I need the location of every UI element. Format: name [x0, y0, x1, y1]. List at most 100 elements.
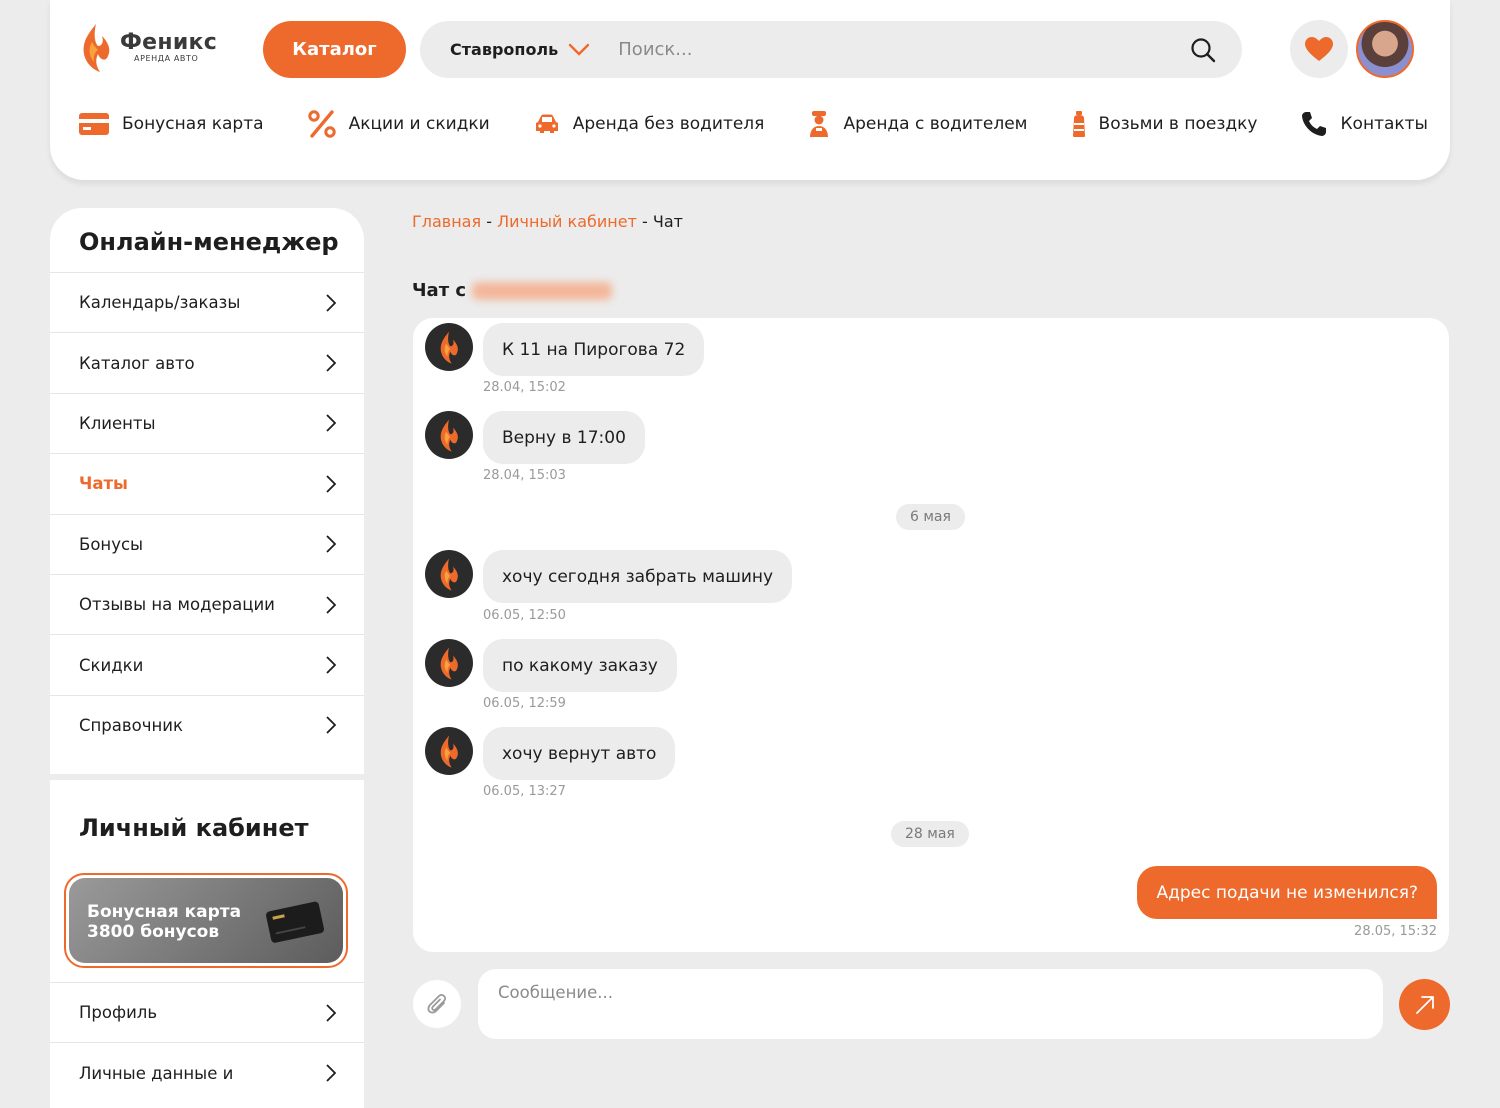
message-time: 06.05, 12:59 — [483, 696, 566, 711]
phoenix-logo-icon — [440, 735, 458, 768]
online-manager-title: Онлайн-менеджер — [79, 228, 339, 256]
search-icon[interactable] — [1190, 37, 1216, 63]
logo-subtitle: АРЕНДА АВТО — [134, 53, 199, 63]
sidebar-item-profile[interactable]: Профиль — [50, 982, 364, 1042]
sidebar-divider — [50, 774, 364, 780]
incoming-message: по какому заказу — [483, 639, 677, 692]
sidebar-item-label: Скидки — [79, 655, 144, 675]
breadcrumb-separator: - — [642, 212, 648, 231]
sidebar-item-car-catalog[interactable]: Каталог авто — [50, 332, 364, 392]
chevron-right-icon — [326, 354, 336, 372]
catalog-button[interactable]: Каталог — [263, 21, 406, 78]
message-input[interactable] — [478, 969, 1383, 1039]
logo[interactable]: Феникс АРЕНДА АВТО — [78, 20, 217, 74]
send-button[interactable] — [1399, 979, 1450, 1030]
chevron-down-icon — [569, 43, 590, 56]
paperclip-icon — [427, 993, 447, 1014]
phoenix-logo-icon — [440, 419, 458, 452]
sidebar-item-personal-data[interactable]: Личные данные и — [50, 1042, 364, 1102]
chevron-right-icon — [326, 294, 336, 312]
site-header: Феникс АРЕНДА АВТО Каталог Ставрополь По… — [50, 0, 1450, 180]
sidebar-item-chats[interactable]: Чаты — [50, 453, 364, 513]
nav-rent-without-driver[interactable]: Аренда без водителя — [533, 110, 765, 138]
bonus-card-widget[interactable]: Бонусная карта 3800 бонусов — [64, 873, 348, 968]
city-label: Ставрополь — [450, 40, 559, 59]
incoming-message: хочу сегодня забрать машину — [483, 550, 793, 603]
sidebar-item-reviews[interactable]: Отзывы на модерации — [50, 573, 364, 634]
sidebar: Онлайн-менеджер Календарь/заказы Каталог… — [50, 208, 364, 1108]
sender-avatar — [425, 411, 473, 459]
card-icon — [79, 113, 109, 135]
sidebar-item-clients[interactable]: Клиенты — [50, 392, 364, 453]
chat-title-prefix: Чат с — [412, 280, 467, 301]
personal-cabinet-title: Личный кабинет — [79, 814, 309, 842]
search-input[interactable] — [618, 39, 1139, 60]
logo-name: Феникс — [120, 29, 218, 55]
user-avatar[interactable] — [1356, 20, 1414, 78]
car-icon — [535, 114, 558, 133]
sidebar-item-calendar[interactable]: Календарь/заказы — [50, 272, 364, 332]
nav-rent-with-driver[interactable]: Аренда с водителем — [807, 110, 1028, 138]
search-bar: Ставрополь — [420, 21, 1242, 78]
breadcrumb-current: Чат — [652, 212, 683, 231]
main-nav: Бонусная карта Акции и скидки Аренда без… — [78, 110, 1428, 138]
breadcrumb-cabinet[interactable]: Личный кабинет — [497, 212, 637, 231]
city-selector[interactable]: Ставрополь — [450, 40, 590, 59]
nav-bonus-card[interactable]: Бонусная карта — [78, 110, 264, 138]
phoenix-logo-icon — [440, 331, 458, 364]
sidebar-item-label: Календарь/заказы — [79, 293, 241, 313]
phone-icon — [1302, 112, 1327, 136]
sender-avatar — [425, 727, 473, 775]
chevron-right-icon — [326, 475, 336, 493]
sender-avatar — [425, 639, 473, 687]
chevron-right-icon — [326, 656, 336, 674]
blurred-contact-name — [472, 281, 613, 300]
sidebar-item-label: Профиль — [79, 1003, 158, 1023]
message-time: 28.05, 15:32 — [1354, 924, 1437, 939]
date-separator: 28 мая — [891, 821, 969, 847]
breadcrumb-home[interactable]: Главная — [412, 212, 481, 231]
message-time: 06.05, 13:27 — [483, 784, 566, 799]
nav-label: Аренда с водителем — [843, 114, 1028, 134]
nav-label: Аренда без водителя — [572, 114, 765, 134]
chevron-right-icon — [326, 1064, 336, 1082]
sidebar-item-label: Справочник — [79, 715, 183, 735]
chevron-right-icon — [326, 535, 336, 553]
bonus-card-label: Бонусная карта — [87, 902, 242, 922]
breadcrumb-separator: - — [486, 212, 492, 231]
chevron-right-icon — [326, 414, 336, 433]
percent-icon — [307, 110, 336, 138]
sidebar-item-label: Чаты — [79, 474, 128, 494]
favorites-button[interactable] — [1290, 20, 1348, 78]
attach-button[interactable] — [413, 980, 461, 1028]
phoenix-logo-icon — [440, 647, 458, 680]
phoenix-logo-icon — [83, 24, 110, 72]
bottle-icon — [1072, 111, 1085, 137]
message-time: 06.05, 12:50 — [483, 608, 566, 623]
chat-messages[interactable]: К 11 на Пирогова 72 28.04, 15:02 Верну в… — [413, 318, 1449, 952]
sender-avatar — [425, 550, 473, 598]
nav-take-on-trip[interactable]: Возьми в поездку — [1071, 110, 1258, 138]
nav-label: Возьми в поездку — [1098, 114, 1258, 134]
sidebar-item-bonuses[interactable]: Бонусы — [50, 513, 364, 574]
incoming-message: К 11 на Пирогова 72 — [483, 323, 705, 376]
chevron-right-icon — [326, 716, 336, 735]
sidebar-item-discounts[interactable]: Скидки — [50, 634, 364, 694]
phoenix-logo-icon — [440, 558, 458, 591]
sidebar-item-reference[interactable]: Справочник — [50, 694, 364, 755]
nav-promotions[interactable]: Акции и скидки — [307, 110, 490, 138]
message-time: 28.04, 15:03 — [483, 468, 566, 483]
sidebar-item-label: Отзывы на модерации — [79, 595, 275, 615]
message-time: 28.04, 15:02 — [483, 380, 566, 395]
bonus-card-balance: 3800 бонусов — [87, 922, 220, 942]
chevron-right-icon — [326, 1004, 336, 1022]
driver-icon — [810, 111, 829, 137]
sidebar-item-label: Бонусы — [79, 534, 144, 554]
nav-contacts[interactable]: Контакты — [1300, 110, 1428, 138]
sidebar-item-label: Личные данные и — [79, 1063, 234, 1083]
manager-menu: Календарь/заказы Каталог авто Клиенты Ча… — [50, 272, 364, 755]
incoming-message: Верну в 17:00 — [483, 411, 645, 464]
incoming-message: хочу вернут авто — [483, 727, 676, 780]
nav-label: Бонусная карта — [122, 114, 264, 134]
date-separator: 6 мая — [896, 504, 965, 530]
